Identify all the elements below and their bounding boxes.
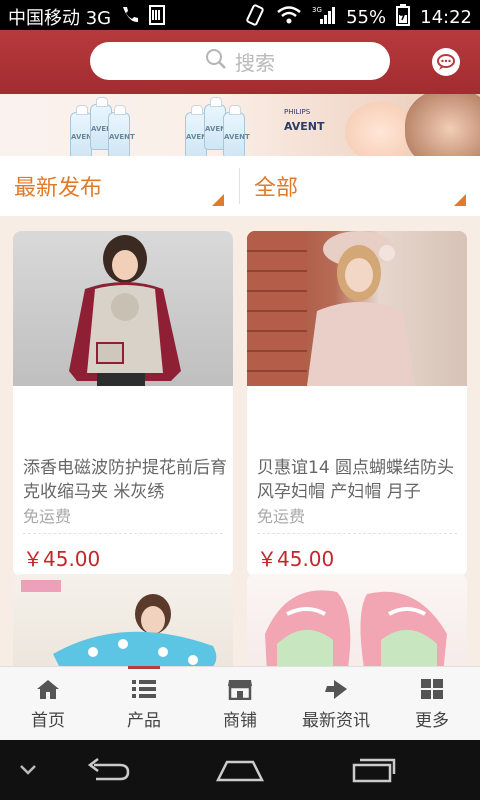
brand-logo: AVENT [284, 120, 325, 133]
bottle-image: AVENT [108, 105, 135, 156]
tab-products[interactable]: 产品 [96, 667, 192, 741]
active-tab-indicator [128, 666, 160, 669]
sort-filter-label: 最新发布 [14, 176, 103, 201]
sim-card-icon [149, 4, 166, 30]
search-placeholder: 搜索 [235, 50, 275, 75]
brand-small: PHILIPS [284, 108, 311, 116]
status-left: 中国移动 3G [8, 4, 166, 30]
home-button-icon[interactable] [212, 740, 268, 800]
product-image [247, 574, 467, 666]
sort-filter[interactable]: 最新发布 [14, 156, 234, 216]
filter-divider [239, 168, 240, 204]
tab-home[interactable]: 首页 [0, 667, 96, 741]
tab-more[interactable]: 更多 [384, 667, 480, 741]
product-title: 贝惠谊14 圆点蝴蝶结防头风孕妇帽 产妇帽 月子 [257, 458, 455, 502]
tab-news[interactable]: 最新资讯 [288, 667, 384, 741]
wifi-icon [276, 5, 302, 30]
product-image [13, 231, 233, 386]
status-right: 3G 55% 14:22 [244, 4, 472, 31]
news-icon [323, 678, 349, 700]
rotate-icon [244, 4, 266, 31]
phone-icon [119, 5, 141, 30]
dropdown-triangle-icon [454, 194, 466, 206]
collapse-icon[interactable] [10, 740, 46, 800]
clock: 14:22 [420, 7, 472, 28]
list-icon [131, 678, 157, 700]
category-filter-label: 全部 [254, 176, 299, 201]
price-divider [23, 533, 223, 534]
bottle-image: AVENT [223, 105, 250, 156]
shipping-label: 免运费 [23, 507, 72, 526]
product-title: 添香电磁波防护提花前后育克收缩马夹 米灰绣 [23, 458, 227, 502]
mother-image [405, 94, 480, 156]
store-icon [227, 678, 253, 700]
top-header: 搜索 [0, 30, 480, 94]
more-icon [419, 678, 445, 700]
promo-banner[interactable]: AVENT AVENT AVENT AVENT AVENT AVENT PHIL… [0, 94, 480, 156]
tab-home-label: 首页 [31, 710, 65, 731]
tab-products-label: 产品 [127, 710, 161, 731]
battery-charging-icon [396, 4, 411, 31]
search-input[interactable]: 搜索 [90, 42, 390, 80]
battery-percent: 55% [346, 7, 387, 28]
svg-text:3G: 3G [312, 6, 322, 14]
dropdown-triangle-icon [212, 194, 224, 206]
product-card[interactable] [13, 574, 233, 666]
tab-more-label: 更多 [415, 710, 449, 731]
product-grid: 添香电磁波防护提花前后育克收缩马夹 米灰绣 免运费 ￥45.00 贝惠谊14 圆… [0, 216, 480, 666]
product-price: ￥45.00 [257, 547, 335, 571]
message-icon[interactable] [432, 48, 460, 76]
signal-icon: 3G [312, 5, 336, 30]
filter-bar: 最新发布 全部 [0, 156, 480, 217]
tab-stores-label: 商铺 [223, 710, 257, 731]
back-icon[interactable] [80, 740, 136, 800]
bottom-tab-bar: 首页 产品 商铺 最新资讯 更多 [0, 666, 480, 741]
system-navigation-bar [0, 740, 480, 800]
recent-apps-icon[interactable] [344, 740, 404, 800]
shipping-label: 免运费 [257, 507, 306, 526]
price-divider [257, 533, 457, 534]
status-bar: 中国移动 3G 3G 55% 14:22 [0, 0, 480, 30]
product-image [247, 231, 467, 386]
tab-news-label: 最新资讯 [302, 710, 370, 731]
tab-stores[interactable]: 商铺 [192, 667, 288, 741]
search-icon [205, 48, 227, 75]
product-price: ￥45.00 [23, 547, 101, 571]
product-card[interactable]: 贝惠谊14 圆点蝴蝶结防头风孕妇帽 产妇帽 月子 免运费 ￥45.00 [247, 231, 467, 576]
product-card[interactable] [247, 574, 467, 666]
category-filter[interactable]: 全部 [254, 156, 474, 216]
carrier-label: 中国移动 3G [8, 8, 112, 29]
product-image [13, 574, 233, 666]
bottle-image: AVENT [70, 105, 97, 156]
home-icon [35, 678, 61, 700]
product-card[interactable]: 添香电磁波防护提花前后育克收缩马夹 米灰绣 免运费 ￥45.00 [13, 231, 233, 576]
